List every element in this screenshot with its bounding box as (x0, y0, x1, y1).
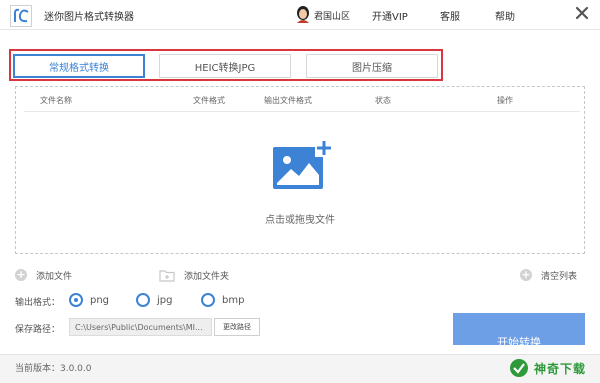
avatar[interactable] (296, 5, 310, 23)
format-option-jpg[interactable]: jpg (136, 293, 172, 307)
folder-add-icon (159, 269, 175, 282)
version-text: 当前版本：3.0.0.0 (15, 364, 92, 374)
column-header-status: 状态 (375, 96, 391, 105)
column-header-actions: 操作 (497, 96, 513, 105)
save-path-label: 保存路径： (15, 325, 61, 335)
start-convert-label: 开始转换 (497, 336, 541, 345)
add-folder-button[interactable]: 添加文件夹 (159, 268, 229, 282)
app-logo-icon (10, 5, 32, 27)
plus-icon: + (15, 268, 27, 281)
clear-list-label: 清空列表 (541, 271, 578, 282)
watermark: 神奇下载 (508, 356, 592, 380)
change-path-button[interactable]: 更改路径 (214, 318, 260, 336)
tab-image-compress[interactable]: 图片压缩 (306, 54, 438, 78)
format-label-bmp: bmp (222, 294, 245, 306)
format-label-jpg: jpg (157, 294, 173, 306)
tab-general-convert[interactable]: 常规格式转换 (13, 54, 145, 78)
app-title: 迷你图片格式转换器 (44, 12, 134, 23)
column-header-file-name: 文件名称 (40, 96, 72, 105)
radio-bmp[interactable] (201, 293, 215, 307)
column-header-output-format: 输出文件格式 (264, 96, 312, 105)
radio-jpg[interactable] (136, 293, 150, 307)
format-option-bmp[interactable]: bmp (201, 293, 244, 307)
format-label-png: png (90, 294, 110, 306)
add-folder-label: 添加文件夹 (184, 271, 230, 282)
add-image-icon[interactable] (271, 139, 333, 191)
start-convert-button[interactable]: 开始转换 (453, 313, 585, 345)
save-path-field[interactable]: C:\Users\Public\Documents\MI... (69, 318, 212, 336)
close-icon[interactable] (574, 5, 590, 21)
tab-heic-to-jpg[interactable]: HEIC转换JPG (159, 54, 291, 78)
help-link[interactable]: 帮助 (495, 8, 515, 23)
service-link[interactable]: 客服 (440, 8, 460, 23)
clear-list-button[interactable]: + 清空列表 (520, 268, 577, 282)
drop-hint-text[interactable]: 点击或拖曳文件 (0, 211, 600, 226)
watermark-logo-icon (510, 359, 528, 377)
add-file-button[interactable]: + 添加文件 (15, 268, 72, 282)
radio-png[interactable] (69, 293, 83, 307)
watermark-text: 神奇下载 (534, 361, 587, 376)
add-file-label: 添加文件 (36, 271, 73, 282)
vip-link[interactable]: 开通VIP (372, 8, 408, 23)
plus-icon: + (520, 268, 532, 281)
output-format-label: 输出格式： (15, 298, 61, 308)
header-divider (24, 111, 580, 112)
format-option-png[interactable]: png (69, 293, 109, 307)
user-name[interactable]: 君国山区 (314, 9, 350, 22)
column-header-file-format: 文件格式 (193, 96, 225, 105)
